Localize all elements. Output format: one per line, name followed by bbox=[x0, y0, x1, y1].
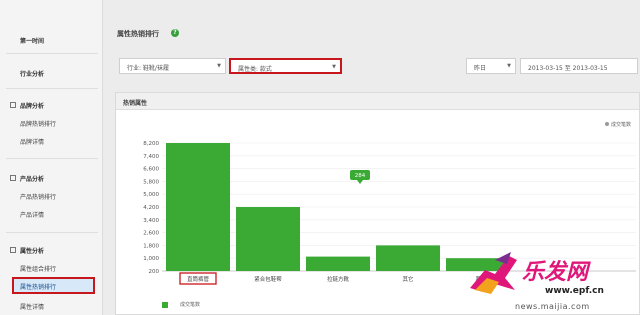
legend-bottom[interactable]: 成交笔数 bbox=[162, 301, 200, 308]
bar-2 bbox=[236, 207, 300, 271]
y-tick-label: 3,400 bbox=[143, 218, 159, 224]
sidebar-item-brand-rank[interactable]: 品牌热销排行 bbox=[20, 119, 56, 128]
bar-4 bbox=[376, 245, 440, 271]
sidebar: 第一时间 行业分析 品牌分析 品牌热销排行 品牌详情 产品分析 产品热销排行 产… bbox=[0, 0, 103, 315]
divider bbox=[6, 232, 98, 233]
y-tick-label: 1,800 bbox=[143, 243, 159, 249]
sidebar-item-product-rank[interactable]: 产品热销排行 bbox=[20, 192, 56, 201]
x-tick-label: 拉链方靴 bbox=[327, 275, 350, 283]
watermark-logo: 乐发网 www.epf.cn news.maijia.com bbox=[465, 248, 640, 315]
y-tick-label: 2,600 bbox=[143, 231, 159, 237]
y-tick-label: 5,000 bbox=[143, 192, 159, 198]
tooltip-value: 284 bbox=[355, 173, 366, 179]
y-tick-label: 6,600 bbox=[143, 167, 159, 173]
divider bbox=[6, 88, 98, 89]
period-select[interactable]: 昨日 ▼ bbox=[466, 58, 516, 74]
horse-logo-icon bbox=[470, 252, 517, 294]
caret-down-icon: ▼ bbox=[507, 63, 511, 69]
divider bbox=[6, 53, 98, 54]
sidebar-item-attr-detail[interactable]: 属性详情 bbox=[20, 302, 44, 311]
watermark-url-2: news.maijia.com bbox=[515, 302, 590, 311]
sidebar-item-product-detail[interactable]: 产品详情 bbox=[20, 210, 44, 219]
x-tick-label: 其它 bbox=[402, 275, 413, 283]
divider bbox=[6, 158, 98, 159]
square-icon bbox=[10, 247, 16, 253]
y-tick-label: 8,200 bbox=[143, 141, 159, 147]
bar-3 bbox=[306, 256, 370, 271]
sidebar-item-brand-detail[interactable]: 品牌详情 bbox=[20, 137, 44, 146]
square-icon bbox=[10, 102, 16, 108]
industry-select[interactable]: 行业: 鞋靴/袜履 ▼ bbox=[119, 58, 226, 74]
sidebar-item-attr-hot-active[interactable]: 属性热销排行 bbox=[12, 277, 95, 294]
sidebar-item-attr-combo[interactable]: 属性组合排行 bbox=[20, 264, 56, 273]
y-tick-label: 7,400 bbox=[143, 154, 159, 160]
tooltip-pointer bbox=[357, 180, 363, 184]
x-tick-label: 直筒裤管 bbox=[187, 275, 210, 283]
watermark-url: www.epf.cn bbox=[545, 286, 604, 296]
page-title: 属性热销排行 bbox=[117, 30, 159, 38]
caret-down-icon: ▼ bbox=[332, 64, 336, 70]
x-tick-label: 紧合包鞋帮 bbox=[254, 275, 282, 283]
help-icon[interactable]: ? bbox=[171, 29, 179, 37]
caret-down-icon: ▼ bbox=[217, 63, 221, 69]
date-range-input[interactable]: 2013-03-15 至 2013-03-15 bbox=[520, 58, 638, 74]
bar-1 bbox=[166, 143, 230, 271]
square-icon bbox=[10, 175, 16, 181]
y-tick-label: 200 bbox=[149, 269, 160, 275]
y-tick-label: 5,800 bbox=[143, 179, 159, 185]
attribute-type-select[interactable]: 属性类: 款式 ▼ bbox=[229, 58, 342, 74]
y-tick-label: 1,000 bbox=[143, 256, 159, 262]
legend-swatch bbox=[162, 301, 168, 308]
y-tick-label: 4,200 bbox=[143, 205, 159, 211]
watermark-text: 乐发网 bbox=[522, 259, 589, 285]
